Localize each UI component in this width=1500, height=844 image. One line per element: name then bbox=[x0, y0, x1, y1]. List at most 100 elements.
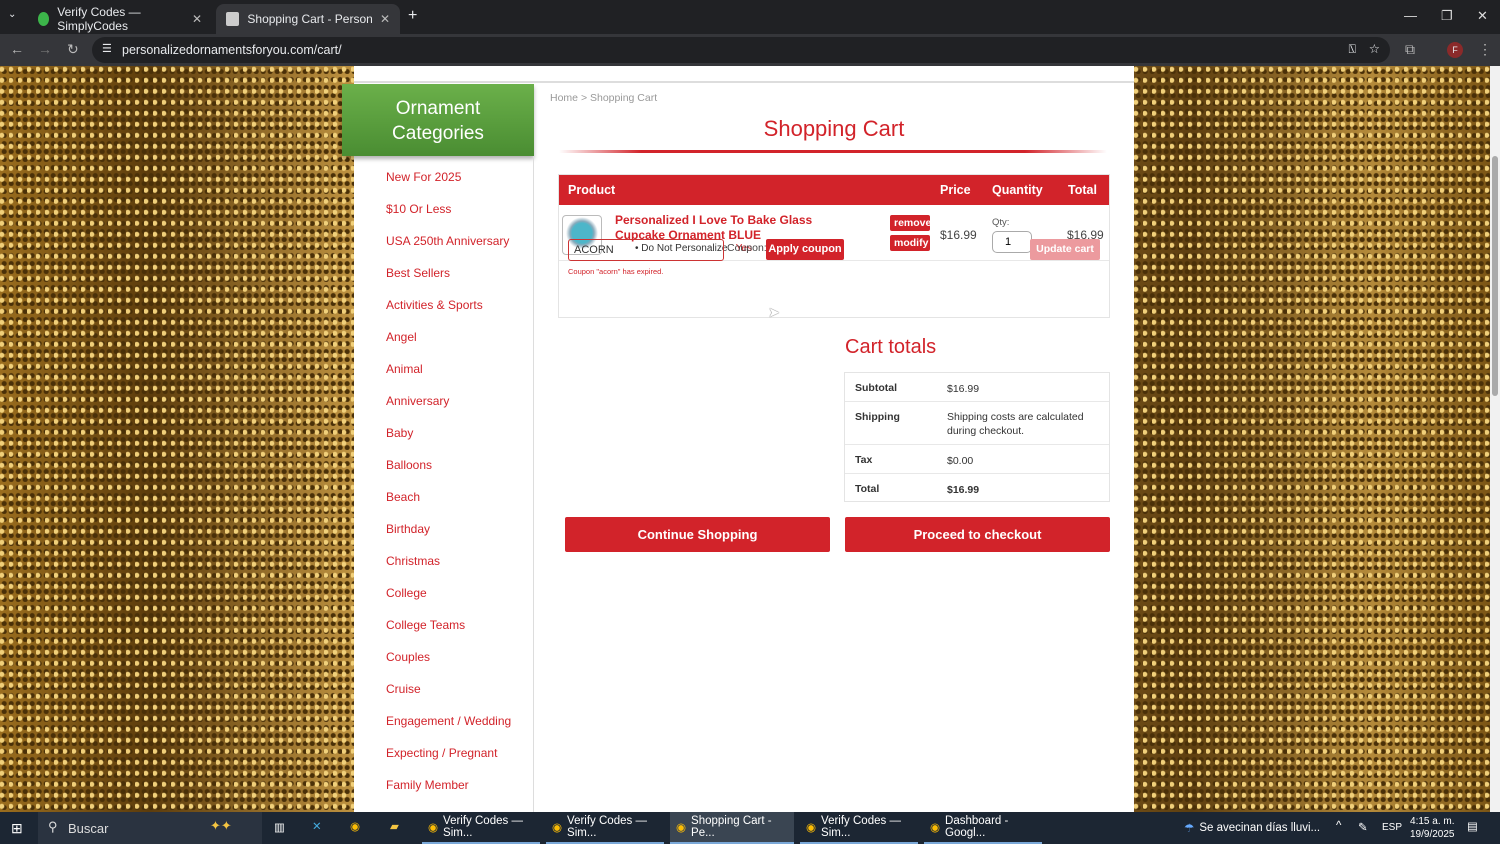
taskbar-search[interactable]: ⚲ Buscar ✦✦ bbox=[38, 812, 262, 844]
close-tab-icon[interactable]: ✕ bbox=[380, 12, 390, 26]
windows-start-icon[interactable]: ⊞ bbox=[11, 820, 23, 837]
header-product: Product bbox=[568, 183, 616, 197]
item-price: $16.99 bbox=[940, 228, 977, 242]
chrome-icon: ◉ bbox=[676, 822, 687, 834]
category-link[interactable]: Baby bbox=[386, 426, 413, 440]
tab-shopping-cart[interactable]: Shopping Cart - Personalized O ✕ bbox=[216, 4, 400, 34]
coupon-error: Coupon "acorn" has expired. bbox=[568, 267, 664, 276]
chrome-icon[interactable]: ◉ bbox=[350, 819, 360, 833]
category-link[interactable]: Angel bbox=[386, 330, 417, 344]
category-link[interactable]: Activities & Sports bbox=[386, 298, 483, 312]
taskbar-app-title: Verify Codes — Sim... bbox=[821, 815, 901, 839]
tab-title: Shopping Cart - Personalized O bbox=[247, 12, 372, 26]
taskbar-app[interactable]: ◉ Dashboard - Googl... bbox=[924, 812, 1042, 844]
weather-text: Se avecinan días lluvi... bbox=[1199, 822, 1321, 834]
category-link[interactable]: Anniversary bbox=[386, 394, 449, 408]
proceed-to-checkout-button[interactable]: Proceed to checkout bbox=[845, 517, 1110, 552]
taskbar-app-title: Verify Codes — Sim... bbox=[443, 815, 523, 839]
restore-icon[interactable]: ❐ bbox=[1441, 8, 1453, 24]
tax-row: Tax $0.00 bbox=[845, 445, 1109, 474]
category-link[interactable]: $10 Or Less bbox=[386, 202, 451, 216]
category-link[interactable]: Family Member bbox=[386, 778, 469, 792]
minimize-icon[interactable]: — bbox=[1404, 8, 1417, 23]
simplycodes-icon bbox=[38, 12, 50, 26]
total-row: Total $16.99 bbox=[845, 474, 1109, 502]
continue-shopping-button[interactable]: Continue Shopping bbox=[565, 517, 830, 552]
category-link[interactable]: Beach bbox=[386, 490, 420, 504]
menu-icon[interactable]: ⋮ bbox=[1478, 41, 1492, 58]
language-indicator[interactable]: ESP bbox=[1382, 822, 1402, 833]
taskbar-app[interactable]: ◉ Verify Codes — Sim... bbox=[546, 812, 664, 844]
tax-value: $0.00 bbox=[947, 455, 974, 467]
weather-widget[interactable]: ☂ Se avecinan días lluvi... bbox=[1184, 812, 1320, 844]
scrollbar-thumb[interactable] bbox=[1492, 156, 1498, 396]
breadcrumb-home[interactable]: Home bbox=[550, 92, 578, 104]
back-icon[interactable]: ← bbox=[10, 41, 24, 57]
cart-totals-table: Subtotal $16.99 Shipping Shipping costs ar… bbox=[844, 372, 1110, 502]
category-link[interactable]: USA 250th Anniversary bbox=[386, 234, 509, 248]
update-cart-button[interactable]: Update cart bbox=[1030, 239, 1100, 260]
close-window-icon[interactable]: ✕ bbox=[1477, 8, 1488, 24]
categories-list: New For 2025 $10 Or Less USA 250th Anniver… bbox=[354, 156, 534, 812]
category-link[interactable]: College bbox=[386, 586, 427, 600]
coupon-input[interactable]: ACORN bbox=[568, 239, 724, 261]
taskbar-app-title: Verify Codes — Sim... bbox=[567, 815, 647, 839]
category-link[interactable]: Cruise bbox=[386, 682, 421, 696]
page-scrollbar[interactable] bbox=[1490, 66, 1500, 812]
rain-umbrella-icon: ☂ bbox=[1184, 823, 1195, 835]
subtotal-label: Subtotal bbox=[855, 382, 897, 394]
category-link[interactable]: Couples bbox=[386, 650, 430, 664]
category-link[interactable]: College Teams bbox=[386, 618, 465, 632]
reload-icon[interactable]: ↻ bbox=[67, 41, 79, 58]
taskbar-app[interactable]: ◉ Verify Codes — Sim... bbox=[422, 812, 540, 844]
apply-coupon-button[interactable]: Apply coupon bbox=[766, 239, 844, 260]
category-link[interactable]: Animal bbox=[386, 362, 423, 376]
clock-time: 4:15 a. m. bbox=[1410, 816, 1455, 827]
pen-icon[interactable]: ✎ bbox=[1358, 820, 1368, 834]
site-info-icon[interactable]: ☰ bbox=[102, 42, 112, 55]
tray-chevron-icon[interactable]: ^ bbox=[1336, 820, 1341, 832]
address-bar[interactable]: ☰ personalizedornamentsforyou.com/cart/ ⍂… bbox=[92, 37, 1390, 63]
mouse-cursor: ➤ bbox=[768, 304, 780, 320]
category-link[interactable]: Christmas bbox=[386, 554, 440, 568]
translate-icon[interactable]: ⍂ bbox=[1348, 42, 1356, 57]
file-explorer-icon[interactable]: ▰ bbox=[390, 819, 399, 833]
extensions-icon[interactable]: ⧉ bbox=[1405, 41, 1415, 58]
modify-button[interactable]: modify bbox=[890, 235, 930, 251]
total-value: $16.99 bbox=[947, 484, 980, 496]
task-view-icon[interactable]: ▥ bbox=[274, 820, 285, 834]
tab-list-icon[interactable]: ⌄ bbox=[8, 9, 16, 20]
category-link[interactable]: Expecting / Pregnant bbox=[386, 746, 497, 760]
url-text: personalizedornamentsforyou.com/cart/ bbox=[122, 43, 342, 57]
taskbar-app[interactable]: ◉ Verify Codes — Sim... bbox=[800, 812, 918, 844]
taskbar-app[interactable]: ◉ Shopping Cart - Pe... bbox=[670, 812, 794, 844]
breadcrumb: Home > Shopping Cart bbox=[550, 92, 657, 104]
page-title: Shopping Cart bbox=[763, 116, 905, 141]
app-x-icon[interactable]: ✕ bbox=[312, 819, 322, 833]
profile-avatar[interactable]: F bbox=[1447, 42, 1463, 58]
cart-main: Home > Shopping Cart Shopping Cart Produ… bbox=[534, 66, 1134, 812]
shipping-value: Shipping costs are calculated during che… bbox=[947, 411, 1084, 437]
subtotal-value: $16.99 bbox=[947, 383, 980, 395]
category-link[interactable]: Best Sellers bbox=[386, 266, 450, 280]
cart-table: Product Price Quantity Total Personalize… bbox=[558, 174, 1110, 318]
site-icon bbox=[226, 12, 240, 26]
categories-heading: Ornament Categories bbox=[342, 84, 534, 156]
forward-icon[interactable]: → bbox=[38, 41, 52, 57]
clock[interactable]: 4:15 a. m. 19/9/2025 bbox=[1410, 815, 1455, 841]
new-tab-icon[interactable]: + bbox=[408, 7, 417, 25]
category-link[interactable]: New For 2025 bbox=[386, 170, 461, 184]
category-link[interactable]: Engagement / Wedding bbox=[386, 714, 511, 728]
category-link[interactable]: Birthday bbox=[386, 522, 430, 536]
bookmark-star-icon[interactable]: ☆ bbox=[1369, 41, 1380, 56]
quantity-input[interactable]: 1 bbox=[992, 231, 1032, 253]
search-icon: ⚲ bbox=[48, 819, 58, 834]
taskbar-app-title: Dashboard - Googl... bbox=[945, 815, 1009, 839]
tab-verify-codes[interactable]: Verify Codes — SimplyCodes ✕ bbox=[28, 4, 212, 34]
category-link[interactable]: Balloons bbox=[386, 458, 432, 472]
notifications-icon[interactable]: ▤ bbox=[1467, 819, 1478, 833]
remove-button[interactable]: remove bbox=[890, 215, 931, 231]
close-tab-icon[interactable]: ✕ bbox=[192, 12, 202, 26]
breadcrumb-sep: > bbox=[580, 92, 588, 104]
browser-toolbar: ← → ↻ ☰ personalizedornamentsforyou.com/c… bbox=[0, 34, 1500, 66]
